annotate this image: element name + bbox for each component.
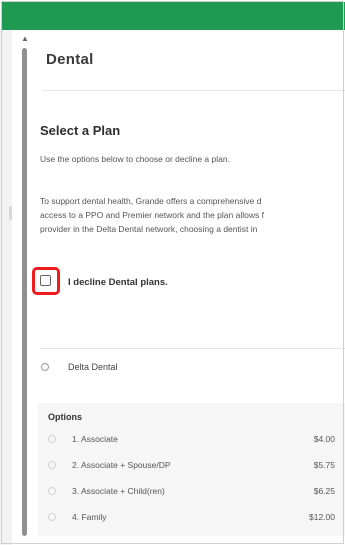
- frame-border: [1, 1, 344, 544]
